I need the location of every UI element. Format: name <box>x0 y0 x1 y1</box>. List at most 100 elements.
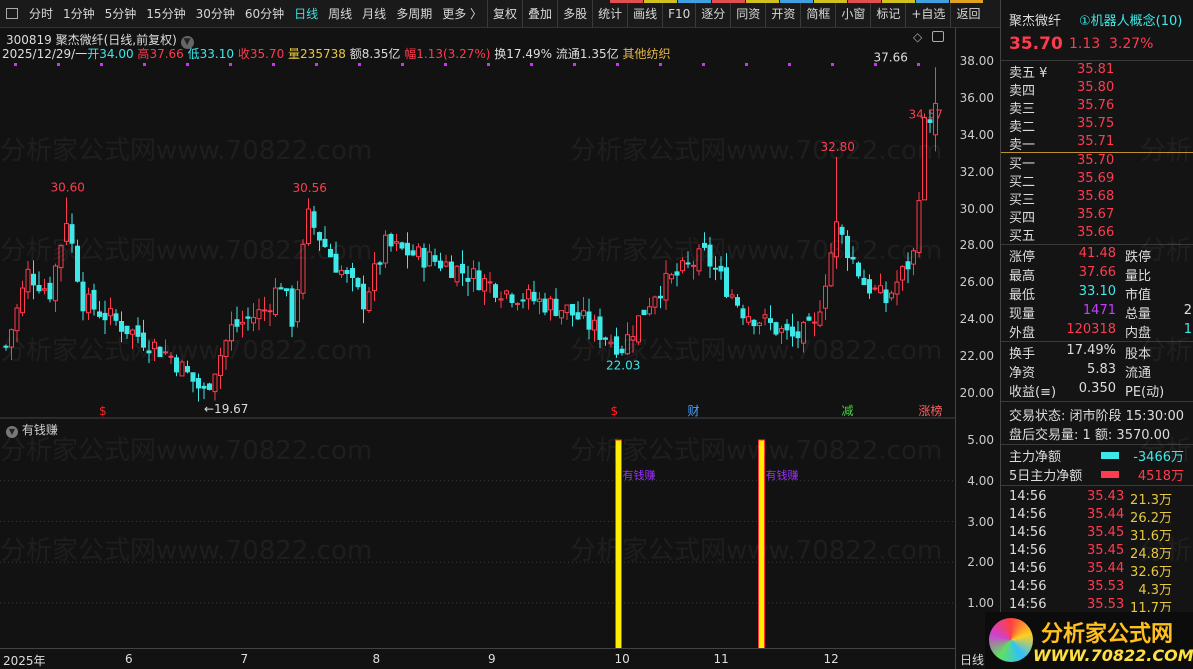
candle <box>619 345 625 356</box>
x-tick: 8 <box>372 652 381 666</box>
toolbar-item[interactable]: 复权 <box>487 0 522 28</box>
candle <box>366 287 372 313</box>
toolbar-item[interactable]: 简框 <box>800 0 835 28</box>
candle <box>526 284 531 310</box>
event-marker[interactable]: 涨榜 <box>919 403 943 418</box>
candle <box>768 305 773 331</box>
toolbar-item[interactable]: F10 <box>662 0 695 28</box>
candle <box>427 243 432 267</box>
event-marker[interactable]: $ <box>611 404 619 418</box>
candle <box>58 244 64 282</box>
candle <box>91 283 97 316</box>
candle <box>317 231 322 251</box>
candle <box>152 338 157 361</box>
signal-dot <box>143 63 146 66</box>
toolbar-item[interactable]: 画线 <box>627 0 662 28</box>
signal-label: 有钱赚 <box>623 468 656 482</box>
toolbar-item[interactable]: 月线 <box>357 0 391 28</box>
candle <box>119 311 124 343</box>
sidebar-toggle-icon[interactable] <box>6 8 18 19</box>
toolbar-item[interactable]: 叠加 <box>522 0 557 28</box>
candle <box>273 278 278 318</box>
candle <box>350 262 355 292</box>
candle <box>25 261 31 300</box>
candle <box>603 336 608 346</box>
candle <box>889 290 894 301</box>
candle <box>691 260 696 280</box>
signal-bar <box>615 439 622 648</box>
date-axis: 2025年 6 7 8 9 10 11 12 <box>0 648 955 669</box>
toolbar-item[interactable]: 开资 <box>765 0 800 28</box>
signal-dot <box>745 63 748 66</box>
candle <box>9 328 14 360</box>
toolbar-item[interactable]: 日线 <box>289 0 323 28</box>
candle <box>157 346 163 358</box>
color-strip <box>746 0 779 3</box>
panel-text: 交易状态: 闭市阶段 15:30:00 <box>1009 409 1185 424</box>
toolbar-item[interactable]: 统计 <box>592 0 627 28</box>
candle <box>905 252 911 284</box>
candle <box>438 252 443 272</box>
toolbar-item[interactable]: 5分钟 <box>100 0 142 28</box>
signal-dot <box>401 63 404 66</box>
event-marker[interactable]: $ <box>99 404 107 418</box>
panel-text: 14:56 <box>1009 579 1047 594</box>
toolbar-item[interactable]: 小窗 <box>835 0 870 28</box>
panel-text: 14:56 <box>1009 561 1047 576</box>
divider <box>1001 485 1193 486</box>
panel-text: 0.350 <box>1078 381 1116 396</box>
toolbar-item[interactable]: 30分钟 <box>191 0 240 28</box>
candle <box>784 319 790 340</box>
toolbar-item[interactable]: 多周期 <box>391 0 437 28</box>
candle <box>465 266 471 296</box>
toolbar-item[interactable]: 周线 <box>323 0 357 28</box>
candle <box>201 382 207 400</box>
signal-dot <box>616 63 619 66</box>
divider <box>1001 341 1193 342</box>
chevron-down-icon[interactable]: ▼ <box>6 426 18 438</box>
y-tick: 30.00 <box>959 201 994 216</box>
candle <box>262 296 267 321</box>
toolbar-item[interactable]: 15分钟 <box>141 0 190 28</box>
price-annotation: 30.60 <box>51 180 85 194</box>
panel-text: 14:56 <box>1009 507 1047 522</box>
candle <box>663 260 669 310</box>
event-marker[interactable]: 减 <box>842 404 854 418</box>
candle <box>718 256 724 280</box>
toolbar-item[interactable]: 逐分 <box>695 0 730 28</box>
x-tick: 11 <box>713 652 729 666</box>
candle <box>674 263 680 287</box>
toolbar-item[interactable]: 更多 〉 <box>437 0 487 28</box>
candle <box>685 251 691 269</box>
candle <box>861 269 867 286</box>
tick-row: 14:56 35.45 31.6万 <box>1009 525 1193 544</box>
signal-dot <box>100 63 103 66</box>
toolbar-item[interactable]: 多股 <box>557 0 592 28</box>
tick-row: 14:56 35.45 24.8万 <box>1009 543 1193 562</box>
candle <box>108 297 113 326</box>
toolbar-item[interactable]: +自选 <box>905 0 950 28</box>
x-tick: 9 <box>488 652 496 666</box>
kline-chart[interactable]: 30.60 ←19.67 30.56 22.03 32.80 34.57 37.66 $ $ 财 减… <box>0 28 955 648</box>
toolbar-item[interactable]: 分时 <box>24 0 58 28</box>
bid-row: 买五 35.66 <box>1009 225 1193 244</box>
toolbar-item[interactable]: 1分钟 <box>58 0 100 28</box>
toolbar-item[interactable]: 返回 <box>950 0 985 28</box>
panel-text: 35.53 <box>1087 579 1125 594</box>
indicator-header[interactable]: ▼ 有钱赚 <box>6 421 58 438</box>
candle <box>421 243 427 282</box>
candle <box>729 289 735 300</box>
event-marker[interactable]: 财 <box>688 404 700 418</box>
toolbar-item[interactable]: 标记 <box>870 0 905 28</box>
candle <box>911 248 916 276</box>
stat-row: 换手 17.49% 股本 <box>1009 343 1193 362</box>
ask-row: 卖二 35.75 <box>1009 116 1193 135</box>
toolbar-item[interactable]: 同资 <box>730 0 765 28</box>
panel-text: 净资 <box>1009 366 1036 381</box>
toolbar-item[interactable]: 60分钟 <box>240 0 289 28</box>
panel-text: 35.71 <box>1077 134 1115 149</box>
candle <box>867 274 872 299</box>
candle <box>135 317 141 344</box>
panel-text: 35.75 <box>1077 116 1115 131</box>
panel-text: 最高 <box>1009 269 1036 284</box>
